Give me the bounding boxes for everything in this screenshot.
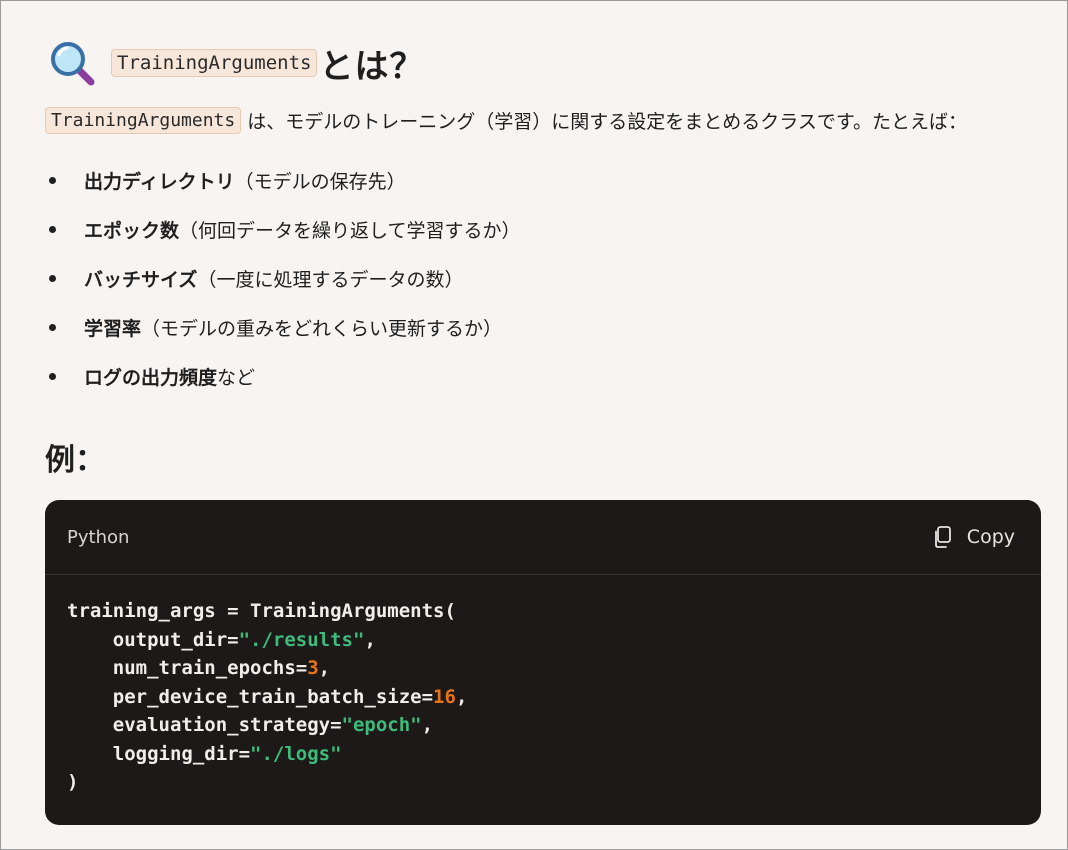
intro-paragraph: TrainingArguments は、モデルのトレーニング（学習）に関する設定…	[45, 107, 1041, 134]
code-number: 16	[433, 685, 456, 708]
list-item-bold: エポック数	[84, 220, 180, 242]
code-string: "epoch"	[341, 714, 422, 736]
code-string: "./logs"	[250, 742, 342, 765]
bullet-dot	[49, 324, 56, 331]
code-text: training_args = TrainingArguments(	[67, 600, 456, 622]
list-item-bold: 出力ディレクトリ	[84, 171, 235, 193]
code-text: ,	[421, 714, 434, 736]
code-number: 3	[307, 657, 319, 679]
heading-inline-code: TrainingArguments	[111, 49, 318, 77]
list-item: 学習率 （モデルの重みをどれくらい更新するか）	[45, 303, 1041, 352]
code-block-header: Python Copy	[45, 500, 1041, 575]
list-item-text: （モデルの保存先）	[234, 171, 406, 193]
code-text: num_train_epochs=	[67, 657, 308, 679]
list-item-bold: 学習率	[84, 318, 142, 340]
code-text: )	[67, 771, 79, 793]
code-line: per_device_train_batch_size=16,	[67, 683, 1019, 712]
message-content: TrainingArguments とは？ TrainingArguments …	[45, 31, 1041, 478]
intro-text: は、モデルのトレーニング（学習）に関する設定をまとめるクラスです。たとえば：	[247, 111, 967, 133]
code-text: evaluation_strategy=	[67, 714, 342, 736]
copy-icon	[934, 526, 951, 548]
code-block: Python Copy training_args = TrainingArgu…	[45, 500, 1041, 825]
example-heading: 例：	[45, 443, 105, 478]
list-item-text: など	[217, 367, 256, 389]
list-item: バッチサイズ （一度に処理するデータの数）	[45, 254, 1041, 303]
code-text: per_device_train_batch_size=	[67, 685, 434, 708]
magnifying-glass-icon	[51, 42, 95, 86]
list-item-text: （一度に処理するデータの数）	[197, 269, 464, 291]
code-content[interactable]: training_args = TrainingArguments( outpu…	[45, 575, 1041, 797]
code-text: ,	[364, 628, 376, 651]
code-line: output_dir="./results",	[67, 626, 1019, 655]
bullet-dot	[49, 177, 56, 184]
copy-button-label: Copy	[966, 526, 1015, 548]
code-string: "./results"	[238, 628, 365, 651]
list-item: 出力ディレクトリ （モデルの保存先）	[45, 156, 1041, 205]
code-text: logging_dir=	[67, 742, 251, 765]
intro-inline-code: TrainingArguments	[45, 107, 242, 134]
list-item-bold: バッチサイズ	[84, 269, 198, 291]
list-item-bold: ログの出力頻度	[84, 367, 218, 389]
list-item-text: （何回データを繰り返して学習するか）	[179, 220, 521, 242]
code-line: )	[67, 768, 1019, 797]
bullet-dot	[49, 226, 56, 233]
code-line: evaluation_strategy="epoch",	[67, 711, 1019, 740]
code-line: training_args = TrainingArguments(	[67, 597, 1019, 626]
bullet-dot	[49, 373, 56, 380]
code-text: output_dir=	[67, 628, 239, 651]
list-item-text: （モデルの重みをどれくらい更新するか）	[141, 318, 503, 340]
settings-list: 出力ディレクトリ （モデルの保存先） エポック数 （何回データを繰り返して学習す…	[45, 156, 1041, 401]
code-text: ,	[318, 657, 331, 679]
section-heading: TrainingArguments とは？	[45, 31, 1041, 95]
list-item: エポック数 （何回データを繰り返して学習するか）	[45, 205, 1041, 254]
list-item: ログの出力頻度 など	[45, 352, 1041, 401]
code-line: logging_dir="./logs"	[67, 740, 1019, 769]
bullet-dot	[49, 275, 56, 282]
code-text: ,	[455, 685, 468, 708]
heading-text: とは？	[319, 46, 425, 87]
copy-button[interactable]: Copy	[933, 526, 1015, 548]
code-line: num_train_epochs=3,	[67, 654, 1019, 683]
code-language-label: Python	[67, 526, 130, 548]
